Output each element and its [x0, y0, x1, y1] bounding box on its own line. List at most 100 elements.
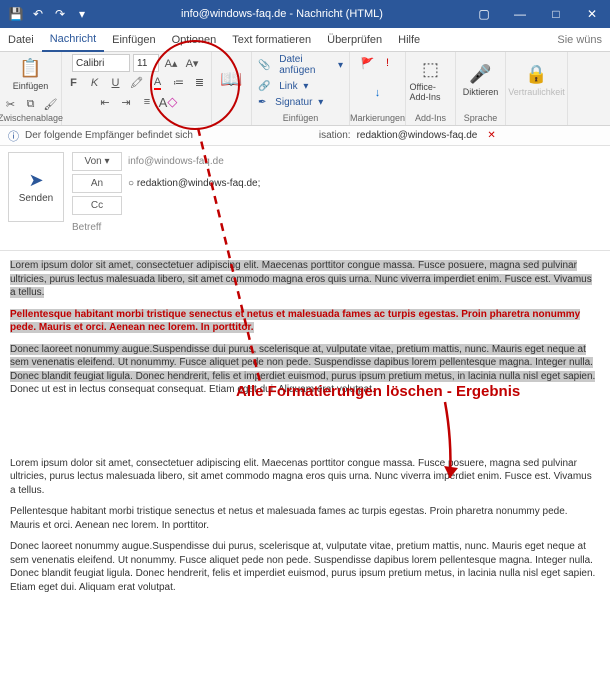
maximize-icon[interactable]: □	[538, 0, 574, 28]
signature-icon: ✒	[258, 97, 266, 108]
address-book-button[interactable]: 📖	[211, 54, 253, 106]
info-icon: ⓘ	[8, 128, 19, 144]
tab-einfuegen[interactable]: Einfügen	[104, 28, 163, 51]
group-names: 📖	[212, 52, 252, 125]
shrink-font-icon[interactable]: A▾	[183, 54, 201, 72]
cut-icon[interactable]: ✂	[2, 95, 20, 113]
sensitivity-button: 🔒 Vertraulichkeit	[516, 54, 558, 106]
body-p3-selected: Donec laoreet nonummy augue.Suspendisse …	[10, 344, 595, 382]
remove-recipient-icon[interactable]: ✕	[487, 130, 495, 141]
numbering-icon[interactable]: ≣	[191, 74, 209, 92]
ribbon-tabs: Datei Nachricht Einfügen Optionen Text f…	[0, 28, 610, 52]
attach-icon: 📎	[258, 60, 270, 71]
paste-button[interactable]: 📋 Einfügen	[10, 54, 52, 95]
paste-label: Einfügen	[13, 81, 49, 91]
signature-label: Signatur	[275, 97, 312, 108]
font-name-combo[interactable]: Calibri	[72, 54, 130, 72]
dictate-button[interactable]: 🎤 Diktieren	[460, 54, 502, 106]
lock-icon: 🔒	[525, 64, 547, 85]
body-p6: Donec laoreet nonummy augue.Suspendisse …	[10, 540, 600, 594]
attach-label: Datei anfügen	[279, 54, 332, 76]
group-speech-label: Sprache	[464, 113, 498, 123]
follow-up-icon[interactable]: 🚩	[359, 54, 377, 72]
tab-optionen[interactable]: Optionen	[164, 28, 225, 51]
body-p1-selected: Lorem ipsum dolor sit amet, consectetuer…	[10, 260, 592, 298]
external-recipient-bar: ⓘ Der folgende Empfänger befindet sich i…	[0, 126, 610, 146]
minimize-icon[interactable]: —	[502, 0, 538, 28]
addins-label: Office-Add-Ins	[410, 82, 452, 102]
format-painter-icon[interactable]: 🖌	[42, 95, 60, 113]
qat-dropdown-icon[interactable]: ▾	[72, 4, 92, 24]
font-color-icon[interactable]: A	[149, 74, 167, 92]
external-suffix: isation:	[319, 130, 351, 141]
body-p5: Pellentesque habitant morbi tristique se…	[10, 505, 600, 532]
bullets-icon[interactable]: ≔	[170, 74, 188, 92]
tab-ueberpruefen[interactable]: Überprüfen	[319, 28, 390, 51]
group-clipboard-label: Zwischenablage	[0, 113, 63, 123]
group-speech: 🎤 Diktieren Sprache	[456, 52, 506, 125]
signature-button[interactable]: ✒ Signatur ▾	[258, 97, 323, 108]
save-icon[interactable]: 💾	[6, 4, 26, 24]
body-p4: Lorem ipsum dolor sit amet, consectetuer…	[10, 457, 600, 498]
grow-font-icon[interactable]: A▴	[162, 54, 180, 72]
quick-access-toolbar: 💾 ↶ ↷ ▾	[0, 4, 98, 24]
external-prefix: Der folgende Empfänger befindet sich	[25, 130, 193, 141]
group-sensitivity: 🔒 Vertraulichkeit	[506, 52, 568, 125]
annotation-text: Alle Formatierungen löschen - Ergebnis	[236, 383, 520, 400]
group-tags-label: Markierungen	[350, 113, 405, 123]
copy-icon[interactable]: ⧉	[22, 95, 40, 113]
office-addins-button[interactable]: ⬚ Office-Add-Ins	[410, 54, 452, 106]
to-button[interactable]: An	[72, 174, 122, 193]
ribbon-options-icon[interactable]: ▢	[466, 0, 502, 28]
link-label: Link	[279, 81, 297, 92]
low-importance-icon[interactable]: ↓	[369, 84, 387, 102]
bold-icon[interactable]: F	[65, 74, 83, 92]
group-basic-text: Calibri 11 A▴ A▾ F K U 🖍 A ≔ ≣ ⇤ ⇥ ≡ A◇	[62, 52, 212, 125]
redo-icon[interactable]: ↷	[50, 4, 70, 24]
microphone-icon: 🎤	[469, 64, 491, 85]
tell-me[interactable]: Sie wüns	[549, 28, 610, 51]
address-book-icon: 📖	[220, 69, 242, 90]
send-label: Senden	[19, 193, 53, 204]
link-button[interactable]: 🔗 Link ▾	[258, 81, 308, 92]
compose-header: ➤ Senden Von ▾ info@windows-faq.de An ○ …	[0, 146, 610, 251]
close-window-icon[interactable]: ✕	[574, 0, 610, 28]
font-size-combo[interactable]: 11	[133, 54, 159, 72]
to-field[interactable]: ○ redaktion@windows-faq.de;	[128, 178, 602, 189]
sensitivity-label: Vertraulichkeit	[508, 87, 565, 97]
tab-hilfe[interactable]: Hilfe	[390, 28, 428, 51]
highlight-icon[interactable]: 🖍	[128, 74, 146, 92]
group-include-label: Einfügen	[283, 113, 319, 123]
paste-icon: 📋	[19, 58, 41, 79]
addins-icon: ⬚	[422, 59, 439, 80]
attach-file-button[interactable]: 📎 Datei anfügen ▾	[258, 54, 343, 76]
from-button[interactable]: Von ▾	[72, 152, 122, 171]
external-recipient: redaktion@windows-faq.de	[357, 130, 478, 141]
title-bar: 💾 ↶ ↷ ▾ info@windows-faq.de - Nachricht …	[0, 0, 610, 28]
window-title: info@windows-faq.de - Nachricht (HTML)	[98, 8, 466, 20]
undo-icon[interactable]: ↶	[28, 4, 48, 24]
send-icon: ➤	[28, 170, 43, 191]
increase-indent-icon[interactable]: ⇥	[117, 93, 135, 111]
decrease-indent-icon[interactable]: ⇤	[96, 93, 114, 111]
group-addins: ⬚ Office-Add-Ins Add-Ins	[406, 52, 456, 125]
group-clipboard: 📋 Einfügen ✂ ⧉ 🖌 Zwischenablage	[0, 52, 62, 125]
tab-datei[interactable]: Datei	[0, 28, 42, 51]
group-include: 📎 Datei anfügen ▾ 🔗 Link ▾ ✒ Signatur ▾ …	[252, 52, 350, 125]
send-button[interactable]: ➤ Senden	[8, 152, 64, 222]
cc-button[interactable]: Cc	[72, 196, 122, 215]
ribbon: 📋 Einfügen ✂ ⧉ 🖌 Zwischenablage Calibri …	[0, 52, 610, 126]
from-value: info@windows-faq.de	[128, 156, 602, 167]
clear-formatting-icon[interactable]: A◇	[159, 93, 177, 111]
tab-nachricht[interactable]: Nachricht	[42, 28, 104, 52]
underline-icon[interactable]: U	[107, 74, 125, 92]
high-importance-icon[interactable]: !	[379, 54, 397, 72]
tab-text-formatieren[interactable]: Text formatieren	[224, 28, 319, 51]
dictate-label: Diktieren	[463, 87, 499, 97]
link-icon: 🔗	[258, 81, 270, 92]
message-body[interactable]: Lorem ipsum dolor sit amet, consectetuer…	[0, 251, 610, 610]
to-recipient[interactable]: redaktion@windows-faq.de;	[137, 178, 261, 189]
align-icon[interactable]: ≡	[138, 93, 156, 111]
italic-icon[interactable]: K	[86, 74, 104, 92]
group-addins-label: Add-Ins	[415, 113, 446, 123]
